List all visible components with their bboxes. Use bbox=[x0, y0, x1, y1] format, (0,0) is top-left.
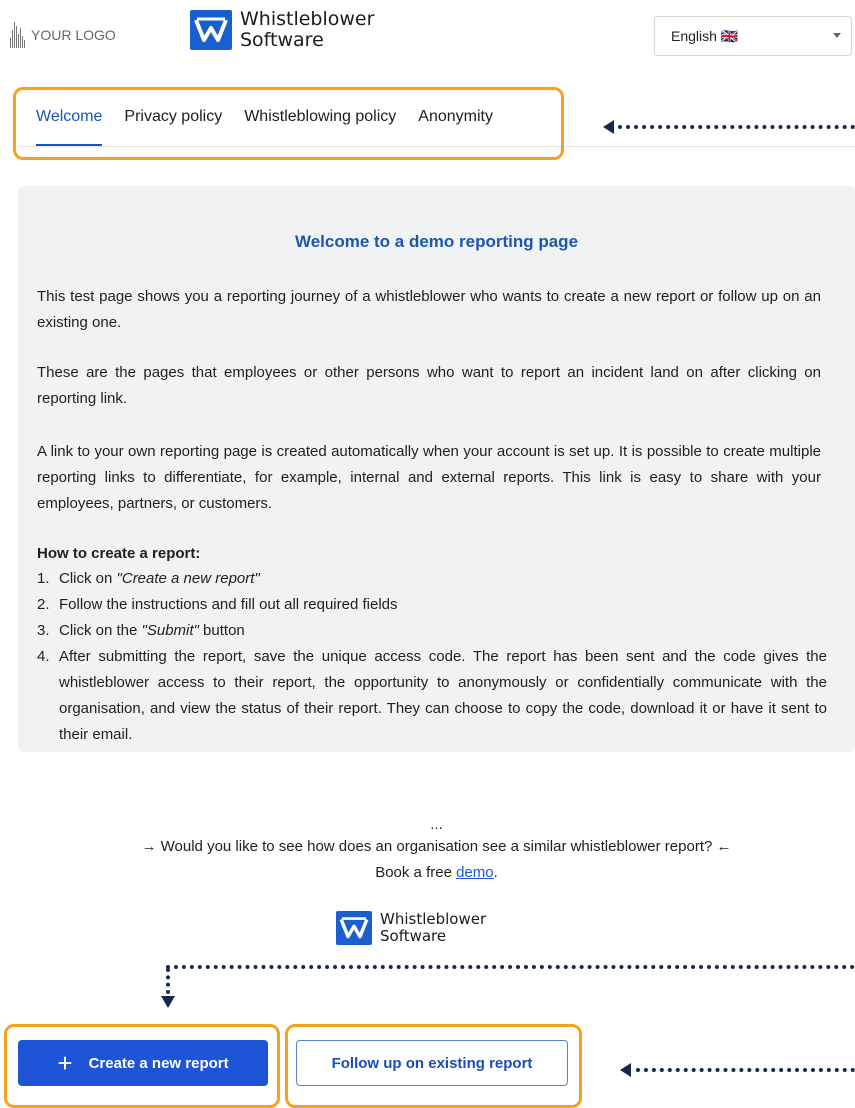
brand-name-line2: Software bbox=[240, 29, 324, 51]
demo-link[interactable]: demo bbox=[456, 864, 494, 881]
your-logo-text: YOUR LOGO bbox=[31, 27, 116, 43]
book-demo-prefix: Book a free bbox=[375, 864, 457, 881]
brand-name-line1: Whistleblower bbox=[380, 910, 487, 928]
demo-question-text: → Would you like to see how does an orga… bbox=[141, 838, 732, 855]
pointer-line bbox=[618, 125, 855, 129]
list-item: 3. Click on the "Submit" button bbox=[37, 618, 827, 644]
intro-paragraph-2: These are the pages that employees or ot… bbox=[37, 364, 821, 407]
list-item: 2. Follow the instructions and fill out … bbox=[37, 592, 827, 618]
step-emphasis: "Create a new report" bbox=[116, 570, 260, 587]
pointer-line bbox=[636, 1068, 855, 1072]
arrow-down-icon bbox=[161, 996, 175, 1008]
plus-icon: + bbox=[57, 1048, 73, 1078]
pointer-line bbox=[166, 968, 170, 994]
step-text: After submitting the report, save the un… bbox=[59, 648, 827, 743]
list-item: 4. After submitting the report, save the… bbox=[37, 644, 827, 748]
follow-up-label: Follow up on existing report bbox=[331, 1054, 533, 1072]
follow-up-report-button[interactable]: Follow up on existing report bbox=[296, 1040, 568, 1086]
step-number: 4. bbox=[37, 648, 50, 665]
demo-question: → Would you like to see how does an orga… bbox=[18, 834, 855, 886]
brand-mark-icon bbox=[336, 911, 372, 945]
book-demo-suffix: . bbox=[493, 864, 498, 881]
your-logo: YOUR LOGO bbox=[10, 20, 116, 50]
brand-mark-icon bbox=[190, 10, 232, 50]
page-title: Welcome to a demo reporting page bbox=[294, 232, 579, 251]
logo-bars-icon bbox=[10, 22, 25, 48]
step-text: Click on bbox=[59, 570, 117, 587]
step-number: 3. bbox=[37, 622, 50, 639]
pointer-line bbox=[166, 965, 855, 969]
language-value: English 🇬🇧 bbox=[671, 27, 739, 44]
tabs-highlight-frame bbox=[13, 87, 564, 160]
step-text: Click on the bbox=[59, 622, 142, 639]
intro-paragraph-3: A link to your own reporting page is cre… bbox=[37, 443, 821, 512]
create-report-label: Create a new report bbox=[88, 1054, 229, 1072]
ellipsis: ... bbox=[430, 816, 443, 833]
step-number: 2. bbox=[37, 596, 50, 613]
brand-logo: Whistleblower Software bbox=[190, 9, 374, 51]
step-number: 1. bbox=[37, 570, 50, 587]
step-text: Follow the instructions and fill out all… bbox=[59, 596, 398, 613]
arrow-left-icon bbox=[603, 120, 614, 134]
step-text-end: button bbox=[198, 622, 245, 639]
arrow-left-icon bbox=[620, 1063, 631, 1077]
create-report-button[interactable]: + Create a new report bbox=[18, 1040, 268, 1086]
step-emphasis: "Submit" bbox=[141, 622, 199, 639]
intro-paragraph-1: This test page shows you a reporting jou… bbox=[37, 288, 821, 331]
brand-name-line2: Software bbox=[380, 927, 447, 945]
chevron-down-icon bbox=[833, 33, 841, 38]
steps-list: 1. Click on "Create a new report" 2. Fol… bbox=[37, 566, 827, 748]
brand-name-line1: Whistleblower bbox=[240, 8, 375, 30]
footer-brand-logo: Whistleblower Software bbox=[332, 905, 528, 957]
howto-heading: How to create a report: bbox=[37, 545, 201, 562]
language-select[interactable]: English 🇬🇧 bbox=[654, 16, 852, 56]
list-item: 1. Click on "Create a new report" bbox=[37, 566, 827, 592]
